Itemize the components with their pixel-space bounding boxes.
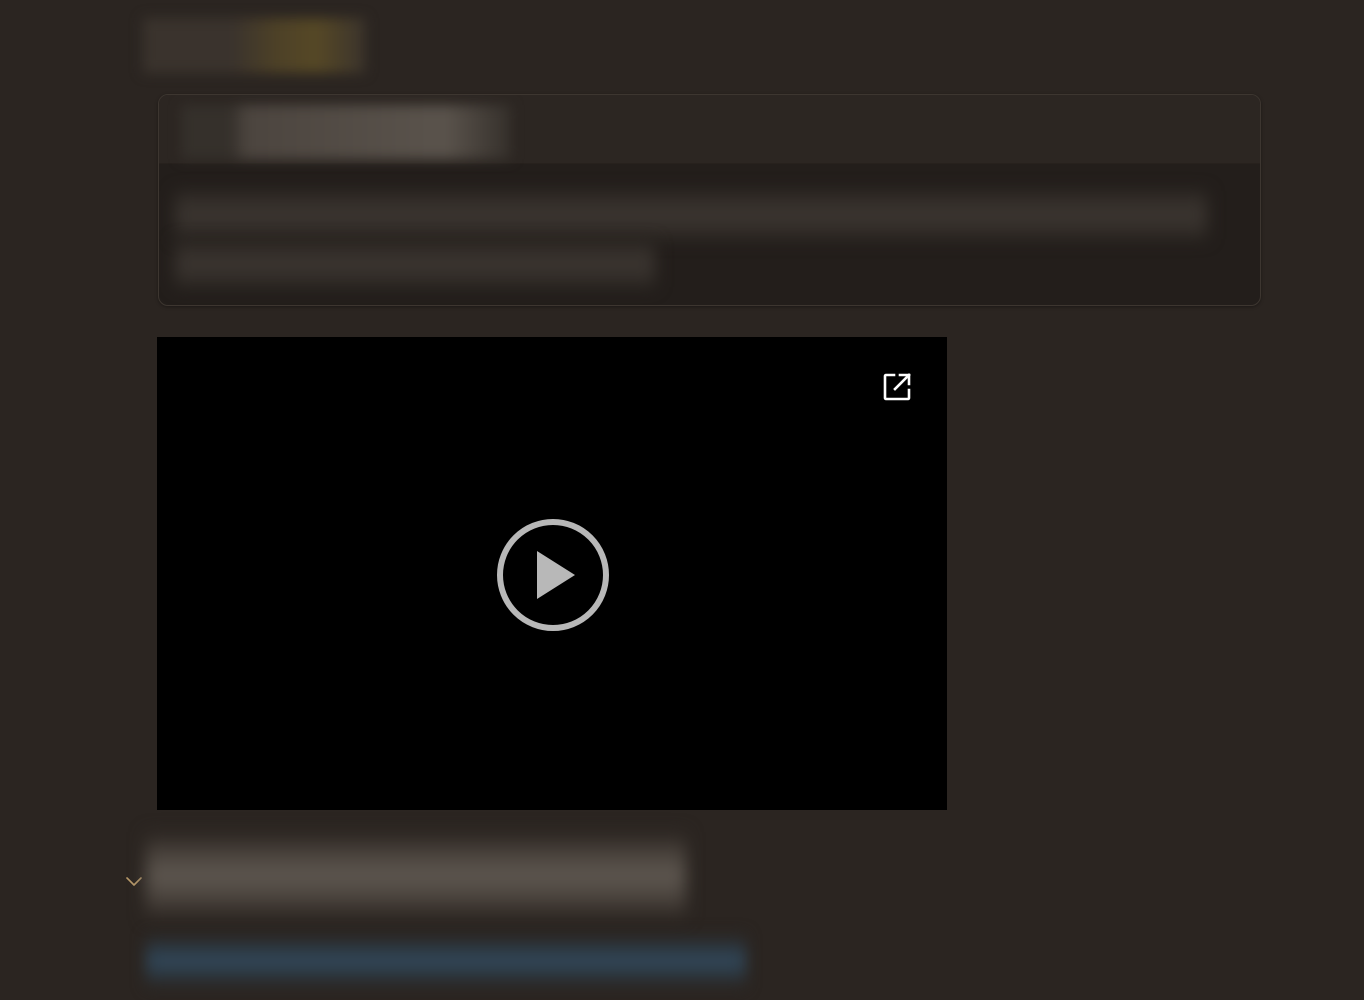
chevron-down-icon[interactable] [125, 874, 143, 888]
redacted-callout-text-line [175, 241, 655, 287]
redacted-callout-title [181, 105, 511, 159]
callout-header [159, 95, 1260, 164]
redacted-callout-text-line [175, 191, 1207, 239]
callout-card [158, 94, 1261, 306]
video-embed[interactable] [157, 337, 947, 810]
page [0, 0, 1364, 1000]
open-in-new-icon[interactable] [881, 371, 913, 403]
redacted-section-heading [146, 832, 686, 920]
play-circle-icon[interactable] [495, 517, 611, 633]
redacted-page-badge [143, 18, 365, 73]
redacted-section-link[interactable] [146, 934, 746, 988]
